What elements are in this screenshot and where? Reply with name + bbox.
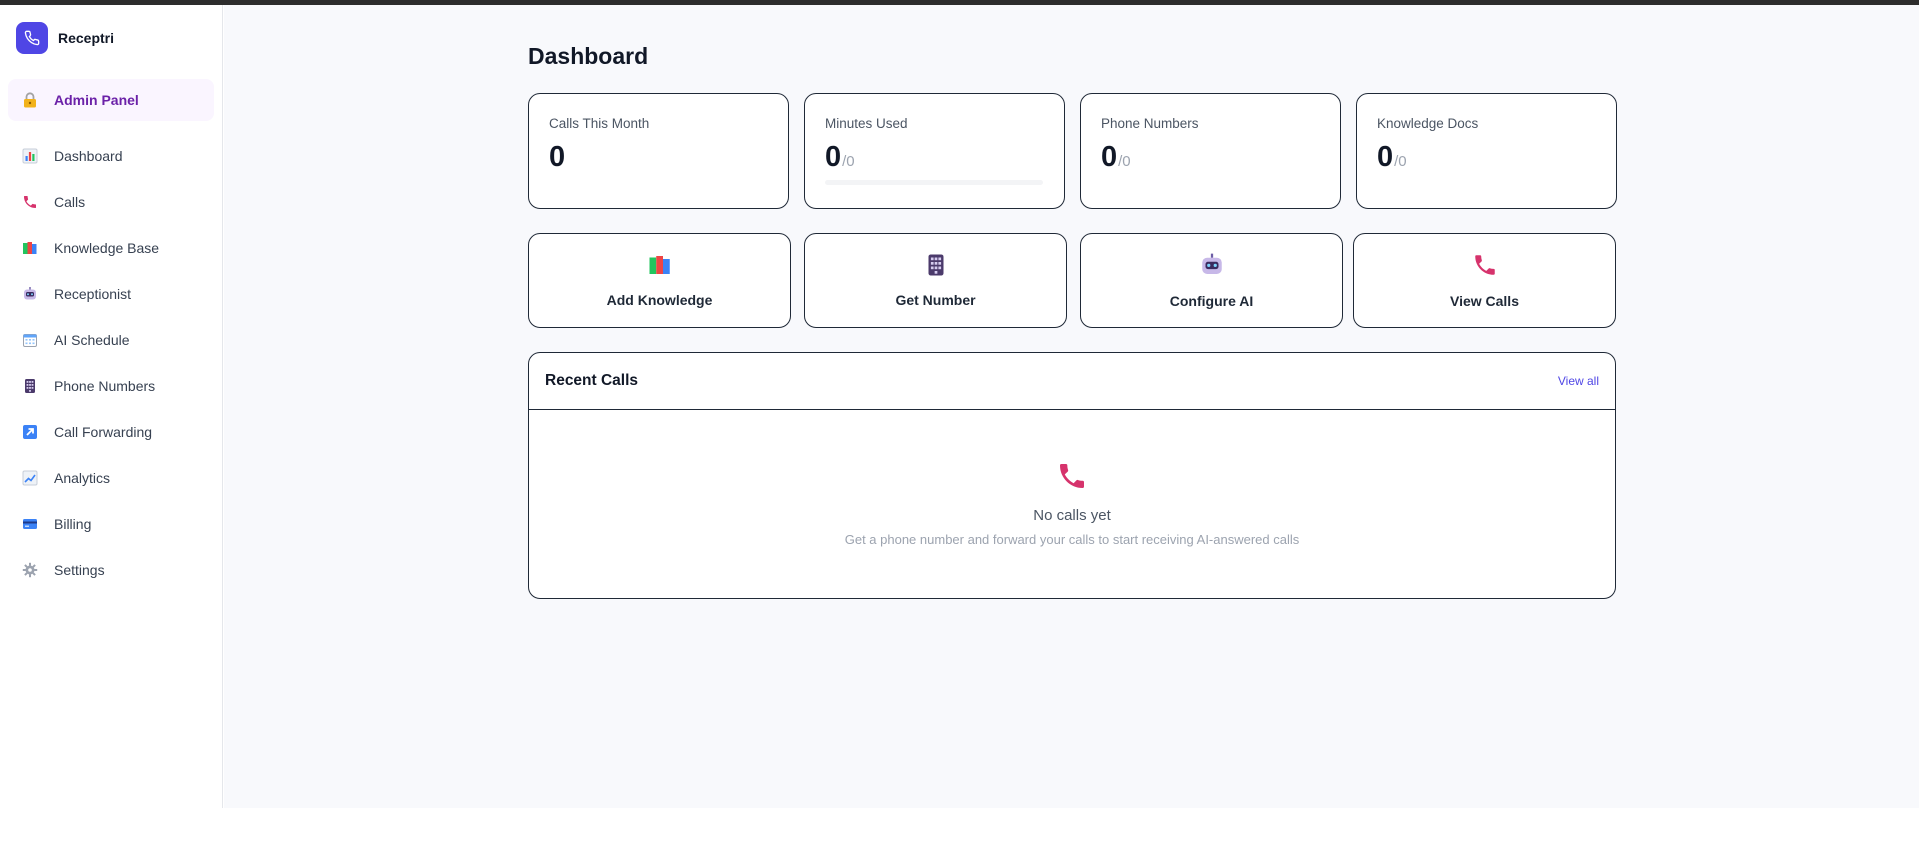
sidebar: Receptri Admin Panel Dashboard Calls Kno… bbox=[0, 5, 223, 808]
sidebar-item-calls[interactable]: Calls bbox=[0, 179, 223, 225]
stat-denominator: /0 bbox=[1394, 153, 1407, 170]
sidebar-nav: Dashboard Calls Knowledge Base Reception… bbox=[0, 133, 223, 593]
stat-value: 0 /0 bbox=[825, 141, 1044, 174]
lock-icon bbox=[22, 92, 38, 108]
phone-icon bbox=[22, 194, 38, 210]
arrow-up-right-icon bbox=[22, 424, 38, 440]
main-content: Dashboard Calls This Month 0 Minutes Use… bbox=[224, 5, 1919, 808]
sidebar-item-phone-numbers[interactable]: Phone Numbers bbox=[0, 363, 223, 409]
gear-icon bbox=[22, 562, 38, 578]
configure-ai-button[interactable]: Configure AI bbox=[1080, 233, 1343, 328]
sidebar-item-billing[interactable]: Billing bbox=[0, 501, 223, 547]
keypad-icon bbox=[924, 253, 948, 282]
brand-name: Receptri bbox=[58, 30, 115, 46]
recent-calls-title: Recent Calls bbox=[545, 372, 639, 389]
stat-label: Knowledge Docs bbox=[1377, 116, 1479, 131]
sidebar-item-call-forwarding[interactable]: Call Forwarding bbox=[0, 409, 223, 455]
line-chart-icon bbox=[22, 470, 38, 486]
stat-value: 0 bbox=[549, 141, 768, 174]
view-calls-button[interactable]: View Calls bbox=[1353, 233, 1616, 328]
stat-card-knowledge-docs: Knowledge Docs 0 /0 bbox=[1356, 93, 1617, 209]
sidebar-item-dashboard[interactable]: Dashboard bbox=[0, 133, 223, 179]
action-label: View Calls bbox=[1449, 293, 1519, 309]
sidebar-item-label: Analytics bbox=[54, 470, 111, 486]
stat-number: 0 bbox=[1101, 141, 1118, 173]
sidebar-item-label: Calls bbox=[54, 194, 86, 210]
stat-card-calls-this-month: Calls This Month 0 bbox=[528, 93, 789, 209]
action-label: Get Number bbox=[895, 292, 976, 308]
sidebar-item-label: Settings bbox=[54, 562, 105, 578]
empty-state-title: No calls yet bbox=[1033, 507, 1111, 524]
books-icon bbox=[22, 240, 38, 256]
stat-number: 0 bbox=[549, 141, 566, 173]
sidebar-item-label: Admin Panel bbox=[54, 92, 139, 108]
minutes-progress-bar bbox=[825, 180, 1043, 185]
sidebar-item-label: Dashboard bbox=[54, 148, 123, 164]
stat-card-phone-numbers: Phone Numbers 0 /0 bbox=[1080, 93, 1341, 209]
action-label: Add Knowledge bbox=[606, 292, 713, 308]
stat-label: Minutes Used bbox=[825, 116, 908, 131]
sidebar-item-label: Phone Numbers bbox=[54, 378, 156, 394]
bar-chart-icon bbox=[22, 148, 38, 164]
sidebar-item-settings[interactable]: Settings bbox=[0, 547, 223, 593]
empty-state: No calls yet Get a phone number and forw… bbox=[529, 410, 1615, 547]
sidebar-item-admin-panel[interactable]: Admin Panel bbox=[8, 79, 214, 121]
sidebar-item-ai-schedule[interactable]: AI Schedule bbox=[0, 317, 223, 363]
phone-icon bbox=[1472, 252, 1498, 283]
sidebar-item-label: Billing bbox=[54, 516, 92, 532]
recent-calls-header: Recent Calls View all bbox=[529, 353, 1615, 410]
stat-number: 0 bbox=[825, 141, 842, 173]
add-knowledge-button[interactable]: Add Knowledge bbox=[528, 233, 791, 328]
sidebar-item-label: Call Forwarding bbox=[54, 424, 153, 440]
books-icon bbox=[648, 253, 672, 282]
phone-icon bbox=[1056, 460, 1088, 497]
stat-label: Phone Numbers bbox=[1101, 116, 1199, 131]
page-title: Dashboard bbox=[528, 43, 649, 69]
sidebar-item-label: Receptionist bbox=[54, 286, 132, 302]
stat-value: 0 /0 bbox=[1377, 141, 1596, 174]
brand-logo-phone-icon bbox=[16, 22, 48, 54]
sidebar-item-receptionist[interactable]: Receptionist bbox=[0, 271, 223, 317]
calendar-icon bbox=[22, 332, 38, 348]
recent-calls-panel: Recent Calls View all No calls yet Get a… bbox=[528, 352, 1616, 599]
sidebar-item-knowledge-base[interactable]: Knowledge Base bbox=[0, 225, 223, 271]
get-number-button[interactable]: Get Number bbox=[804, 233, 1067, 328]
empty-state-subtitle: Get a phone number and forward your call… bbox=[844, 532, 1300, 547]
sidebar-item-label: AI Schedule bbox=[54, 332, 130, 348]
stat-label: Calls This Month bbox=[549, 116, 650, 131]
stat-denominator: /0 bbox=[842, 153, 855, 170]
view-all-link[interactable]: View all bbox=[1558, 374, 1599, 388]
keypad-icon bbox=[22, 378, 38, 394]
stat-number: 0 bbox=[1377, 141, 1394, 173]
brand[interactable]: Receptri bbox=[16, 22, 114, 54]
credit-card-icon bbox=[22, 516, 38, 532]
robot-icon bbox=[1199, 252, 1225, 283]
robot-icon bbox=[22, 286, 38, 302]
stat-value: 0 /0 bbox=[1101, 141, 1320, 174]
stat-card-minutes-used: Minutes Used 0 /0 bbox=[804, 93, 1065, 209]
action-label: Configure AI bbox=[1169, 293, 1254, 309]
stat-denominator: /0 bbox=[1118, 153, 1131, 170]
sidebar-item-label: Knowledge Base bbox=[54, 240, 160, 256]
sidebar-item-analytics[interactable]: Analytics bbox=[0, 455, 223, 501]
